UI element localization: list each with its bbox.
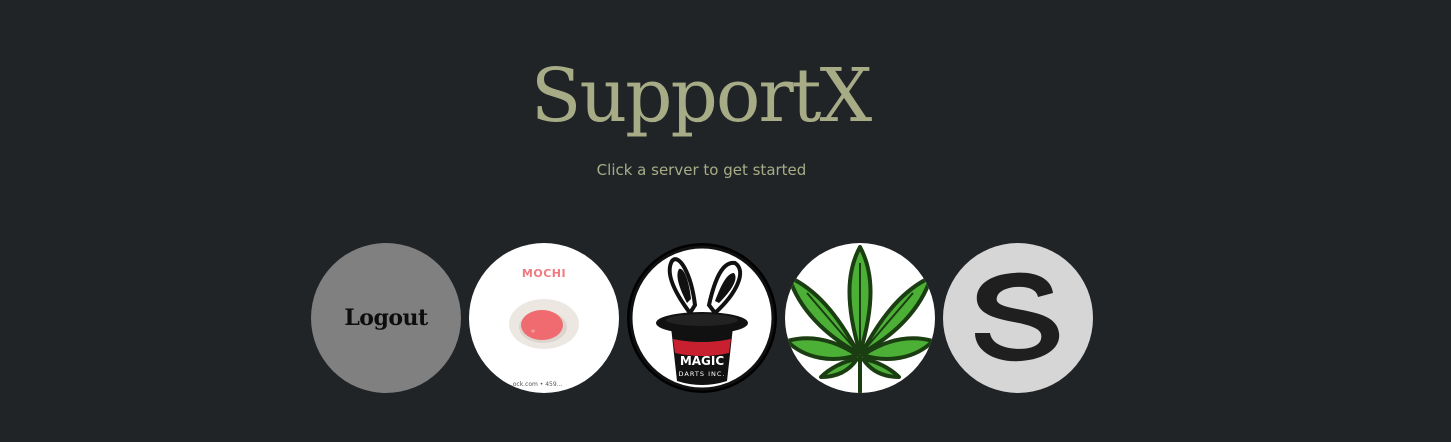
cannabis-leaf-icon [785, 245, 935, 393]
magic-label: MAGIC [680, 354, 725, 368]
mochi-label: MOCHI [521, 267, 567, 280]
server-icon-magic-darts[interactable]: MAGIC DARTS INC. [627, 243, 777, 393]
logout-button[interactable]: Logout [311, 243, 461, 393]
mochi-logo-icon [509, 299, 579, 349]
letter-s-icon [975, 272, 1060, 362]
server-icon-mochi[interactable]: MOCHI ...ock.com • 459... [469, 243, 619, 393]
mochi-footer-text: ...ock.com • 459... [507, 381, 563, 388]
page-subtitle: Click a server to get started [596, 161, 807, 179]
server-icon-leaf[interactable] [785, 243, 935, 393]
logout-label: Logout [344, 305, 428, 331]
server-list: Logout MOCHI ...ock.com • 459... MAGIC D… [311, 243, 1093, 393]
magic-sublabel: DARTS INC. [679, 370, 726, 378]
server-icon-s[interactable] [943, 243, 1093, 393]
page-title: SupportX [530, 53, 872, 139]
magic-hat-rabbit-icon: MAGIC DARTS INC. [629, 245, 775, 391]
